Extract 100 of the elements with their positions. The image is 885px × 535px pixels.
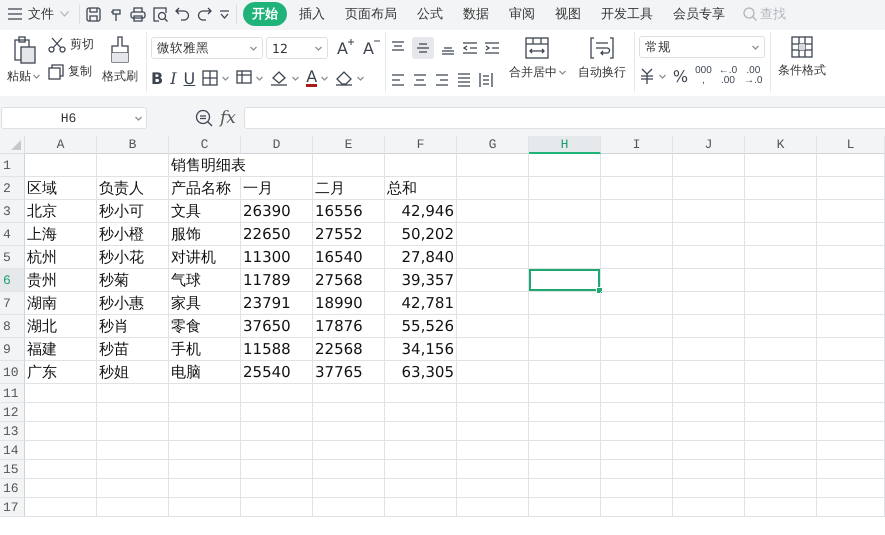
empty-cell [673, 246, 745, 269]
empty-cell [457, 223, 529, 246]
column-header[interactable]: A [25, 136, 97, 154]
empty-cell [745, 361, 817, 384]
ribbon-tab[interactable]: 开发工具 [595, 2, 659, 26]
ribbon-tab[interactable]: 页面布局 [339, 2, 403, 26]
row-header[interactable]: 8 [0, 315, 25, 338]
column-header[interactable]: J [673, 136, 745, 154]
format-painter-button[interactable]: 格式刷 [99, 34, 141, 87]
borders-icon[interactable] [202, 70, 218, 86]
caret-icon [222, 76, 230, 80]
row-header[interactable]: 11 [0, 384, 25, 403]
shrink-font-button[interactable]: A [362, 38, 380, 58]
name-box[interactable]: H6 [1, 107, 147, 129]
ribbon-tab[interactable]: 公式 [411, 2, 449, 26]
thousands-button[interactable]: 000 , [695, 66, 712, 86]
column-header[interactable]: L [817, 136, 885, 154]
font-size-field[interactable]: 12 [266, 37, 328, 59]
row-header[interactable]: 3 [0, 200, 25, 223]
column-header[interactable]: C [169, 136, 241, 154]
paste-button[interactable]: 粘贴 [4, 34, 43, 87]
increase-indent-icon[interactable] [484, 40, 500, 56]
row-header[interactable]: 12 [0, 403, 25, 422]
table-cell: 秒菊 [97, 269, 169, 292]
grow-font-button[interactable]: A [337, 38, 354, 58]
cut-button[interactable]: 剪切 [48, 36, 94, 53]
row-header[interactable]: 10 [0, 361, 25, 384]
row-header[interactable]: 5 [0, 246, 25, 269]
increase-decimal-button[interactable]: ←.0 .00 [718, 66, 738, 86]
ribbon-tab[interactable]: 数据 [457, 2, 495, 26]
ribbon-tab[interactable]: 会员专享 [667, 2, 731, 26]
copy-button[interactable]: 复制 [48, 63, 94, 80]
justify-icon[interactable] [456, 72, 472, 88]
table-cell: 27568 [313, 269, 385, 292]
redo-icon[interactable] [197, 7, 212, 21]
currency-icon[interactable] [638, 68, 655, 84]
table-cell: 一月 [241, 177, 313, 200]
caret-icon [357, 76, 364, 80]
conditional-format-button[interactable]: 条件格式 [774, 34, 829, 81]
save-icon[interactable] [86, 6, 101, 22]
column-header[interactable]: D [241, 136, 313, 154]
print-icon[interactable] [130, 6, 146, 22]
row-header[interactable]: 13 [0, 422, 25, 441]
empty-cell [241, 498, 313, 517]
font-color-button[interactable]: A [306, 70, 318, 86]
row-header[interactable]: 2 [0, 177, 25, 200]
row-header[interactable]: 4 [0, 223, 25, 246]
fill-color-icon[interactable] [270, 70, 288, 86]
italic-button[interactable]: I [170, 68, 177, 88]
font-field[interactable]: 微软雅黑 [151, 37, 263, 59]
empty-cell [169, 441, 241, 460]
row-header[interactable]: 7 [0, 292, 25, 315]
cell-style-icon[interactable] [236, 70, 252, 86]
copy-icon [48, 64, 64, 80]
underline-button[interactable]: U [184, 68, 196, 88]
bold-button[interactable]: B [151, 68, 164, 88]
number-format-field[interactable]: 常规 [638, 36, 765, 58]
wrap-text-button[interactable]: 自动换行 [574, 34, 629, 83]
file-menu[interactable]: 文件 [8, 5, 73, 23]
empty-cell [313, 498, 385, 517]
undo-icon[interactable] [175, 7, 190, 21]
format-painter-icon[interactable] [108, 6, 123, 22]
empty-cell [817, 403, 885, 422]
row-header[interactable]: 9 [0, 338, 25, 361]
empty-cell [169, 384, 241, 403]
row-header[interactable]: 1 [0, 154, 25, 177]
decrease-decimal-button[interactable]: .00 →.0 [744, 66, 762, 86]
empty-cell [457, 269, 529, 292]
align-left-icon[interactable] [390, 72, 406, 88]
decrease-indent-icon[interactable] [462, 40, 478, 56]
align-center-icon[interactable] [412, 72, 428, 88]
table-cell: 杭州 [25, 246, 97, 269]
merge-center-button[interactable]: 合并居中 [506, 34, 569, 83]
active-cell[interactable] [529, 269, 601, 292]
row-header[interactable]: 16 [0, 479, 25, 498]
column-header[interactable]: K [745, 136, 817, 154]
row-header[interactable]: 15 [0, 460, 25, 479]
row-header[interactable]: 17 [0, 498, 25, 517]
column-header[interactable]: I [601, 136, 673, 154]
column-header[interactable]: B [97, 136, 169, 154]
ribbon-tab[interactable]: 插入 [293, 2, 331, 26]
empty-cell [817, 460, 885, 479]
table-cell: 湖南 [25, 292, 97, 315]
ribbon-tab[interactable]: 视图 [549, 2, 587, 26]
empty-cell [169, 498, 241, 517]
column-header[interactable]: F [385, 136, 457, 154]
table-cell: 上海 [25, 223, 97, 246]
function-label[interactable]: fx [220, 108, 236, 128]
percent-button[interactable]: % [672, 66, 688, 86]
formula-input[interactable] [244, 107, 885, 129]
zoom-out-icon[interactable] [195, 109, 213, 127]
column-header[interactable]: E [313, 136, 385, 154]
eraser-icon[interactable] [335, 70, 354, 86]
align-right-icon[interactable] [434, 72, 450, 88]
distributed-icon[interactable] [478, 72, 494, 88]
column-header[interactable]: G [457, 136, 529, 154]
ribbon-tab[interactable]: 审阅 [503, 2, 541, 26]
row-header[interactable]: 14 [0, 441, 25, 460]
caret-icon[interactable] [219, 10, 230, 18]
print-preview-icon[interactable] [153, 6, 168, 22]
